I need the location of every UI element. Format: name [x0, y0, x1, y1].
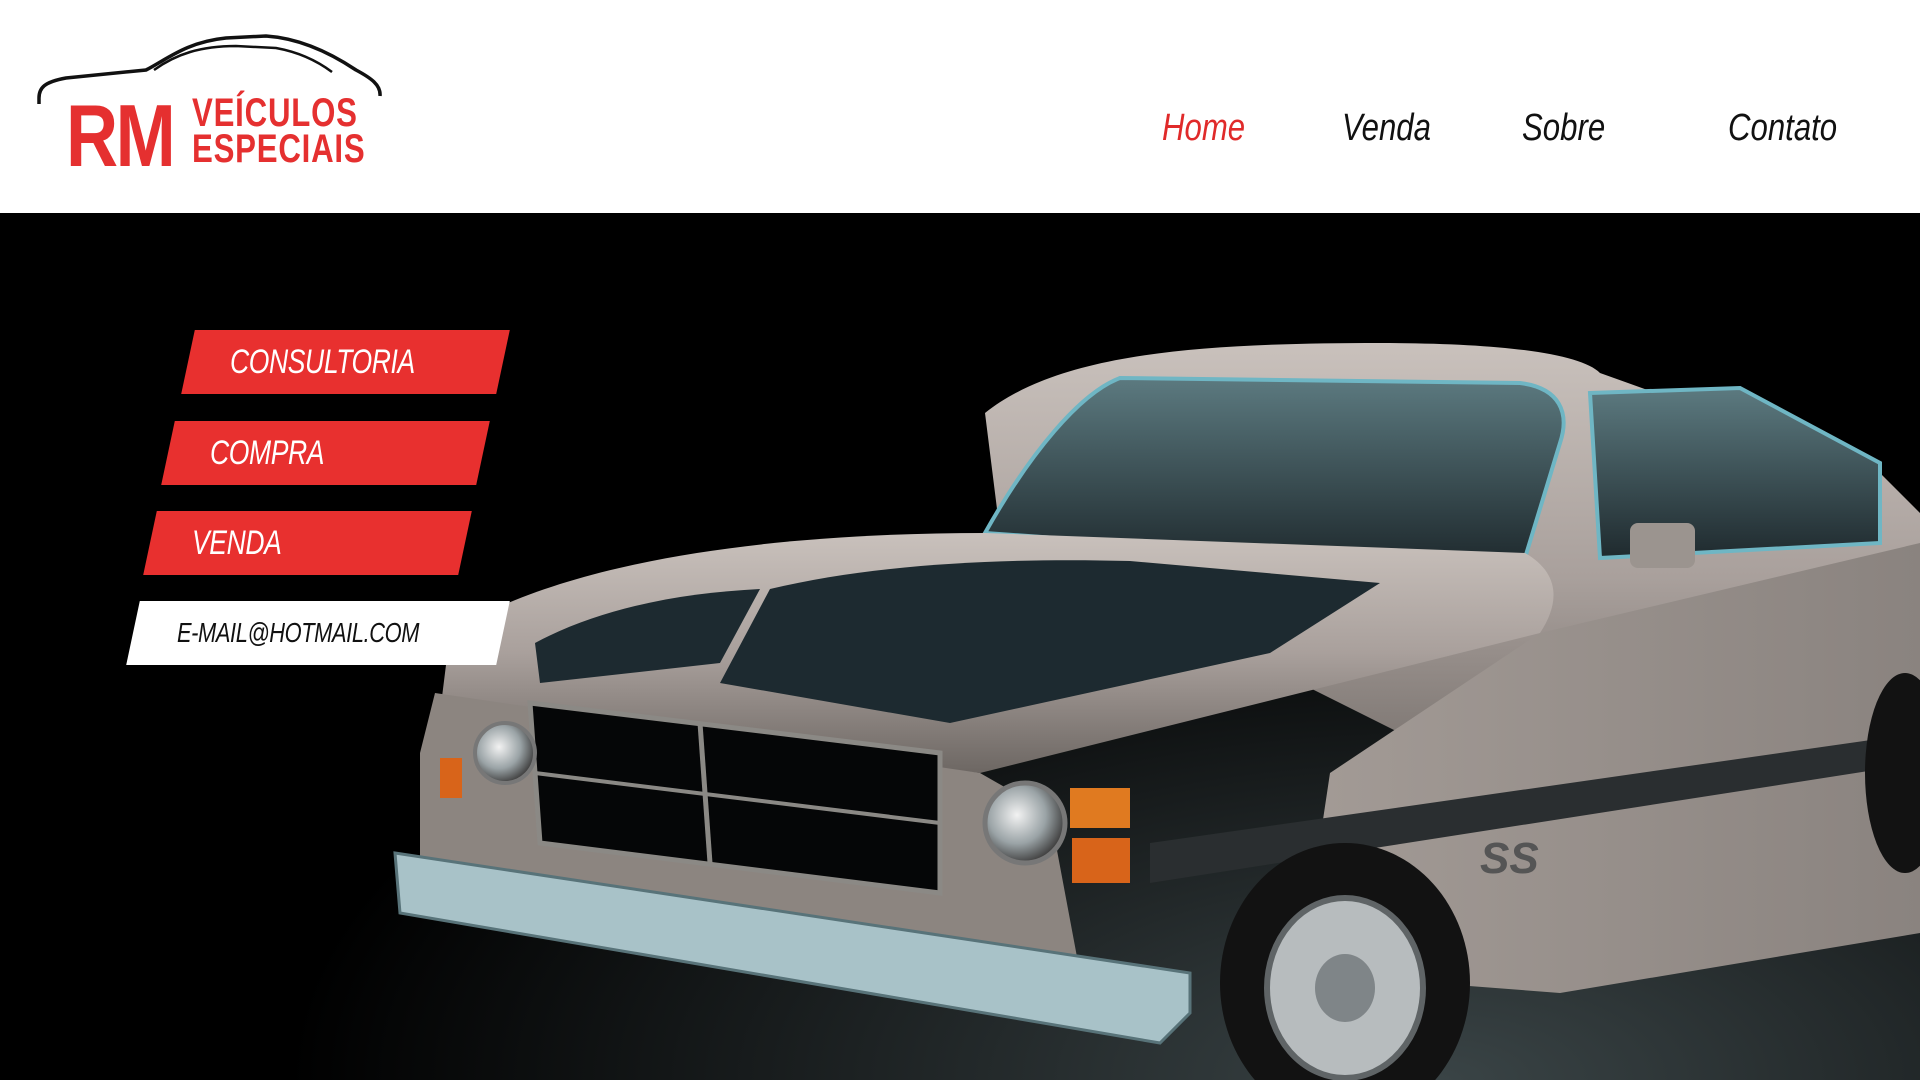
logo-mark: RM	[66, 86, 176, 185]
site-header: RM VEÍCULOS ESPECIAIS Home Venda Sobre C…	[0, 0, 1920, 213]
venda-label: VENDA	[192, 523, 282, 562]
email-link[interactable]: E-MAIL@HOTMAIL.COM	[126, 601, 510, 665]
nav-contato[interactable]: Contato	[1728, 100, 1837, 156]
venda-button[interactable]: VENDA	[143, 511, 472, 575]
nav-sobre[interactable]: Sobre	[1522, 100, 1605, 156]
logo-text-line2: ESPECIAIS	[192, 127, 366, 171]
email-label: E-MAIL@HOTMAIL.COM	[177, 617, 420, 648]
hero-banner: SS CONSULTORIA COMPRA VENDA E-MAIL@HOTMA…	[0, 213, 1920, 1080]
nav-home[interactable]: Home	[1162, 100, 1245, 156]
compra-button[interactable]: COMPRA	[161, 421, 490, 485]
nav-venda[interactable]: Venda	[1342, 100, 1431, 156]
car-badge-text: SS	[1480, 834, 1539, 883]
site-logo[interactable]: RM VEÍCULOS ESPECIAIS	[36, 30, 386, 180]
consultoria-label: CONSULTORIA	[230, 342, 415, 381]
consultoria-button[interactable]: CONSULTORIA	[181, 330, 510, 394]
compra-label: COMPRA	[210, 433, 325, 472]
